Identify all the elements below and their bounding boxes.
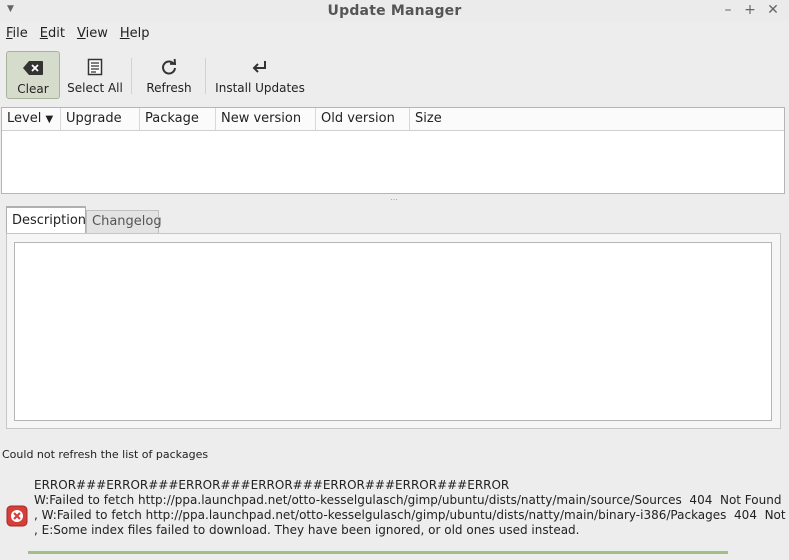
install-updates-label: Install Updates [215,81,305,95]
description-pane [6,233,781,429]
refresh-label: Refresh [146,81,192,95]
clear-button[interactable]: Clear [6,51,60,99]
menu-bar: File Edit View Help [0,22,789,44]
refresh-button[interactable]: Refresh [143,51,195,97]
table-header: Level ▼ Upgrade Package New version Old … [2,108,784,131]
column-header-old-version[interactable]: Old version [316,108,410,130]
column-header-package[interactable]: Package [140,108,216,130]
tab-changelog[interactable]: Changelog [86,210,162,234]
menu-help[interactable]: Help [114,26,156,41]
select-all-button[interactable]: Select All [64,51,126,97]
column-header-level[interactable]: Level ▼ [2,108,61,130]
toolbar-separator [205,58,206,94]
title-bar[interactable]: ▼ Update Manager – + ✕ [0,0,789,22]
updates-table[interactable]: Level ▼ Upgrade Package New version Old … [1,107,785,194]
clear-label: Clear [17,82,49,96]
error-icon [6,505,28,527]
select-all-label: Select All [67,81,123,95]
return-arrow-icon [251,56,269,78]
error-panel: ERROR###ERROR###ERROR###ERROR###ERROR###… [0,470,789,560]
error-line: ERROR###ERROR###ERROR###ERROR###ERROR###… [34,478,510,492]
error-line: , E:Some index files failed to download.… [34,523,580,537]
error-line: W:Failed to fetch http://ppa.launchpad.n… [34,493,782,507]
progress-bar [28,551,728,554]
column-header-upgrade[interactable]: Upgrade [61,108,140,130]
menu-view[interactable]: View [71,26,114,41]
backspace-icon [22,57,44,79]
column-header-size[interactable]: Size [410,108,784,130]
menu-file[interactable]: File [0,26,34,41]
column-header-new-version[interactable]: New version [216,108,316,130]
refresh-icon [160,56,178,78]
document-list-icon [87,56,103,78]
error-line: , W:Failed to fetch http://ppa.launchpad… [34,508,789,522]
pane-resize-handle[interactable]: ⋯ [390,195,399,204]
error-message: ERROR###ERROR###ERROR###ERROR###ERROR###… [34,478,789,538]
toolbar-separator [131,58,132,94]
tab-description[interactable]: Description [6,206,86,234]
window-menu-icon[interactable]: ▼ [7,4,14,14]
minimize-button[interactable]: – [721,2,735,18]
close-button[interactable]: ✕ [766,2,780,18]
maximize-button[interactable]: + [743,2,757,18]
install-updates-button[interactable]: Install Updates [214,51,306,97]
menu-edit[interactable]: Edit [34,26,71,41]
sort-descending-icon: ▼ [45,114,54,125]
description-text-area[interactable] [14,242,772,421]
status-text: Could not refresh the list of packages [2,448,209,461]
toolbar: Clear Select All Refresh Install Updates [0,48,789,100]
window-title: Update Manager [327,3,462,19]
